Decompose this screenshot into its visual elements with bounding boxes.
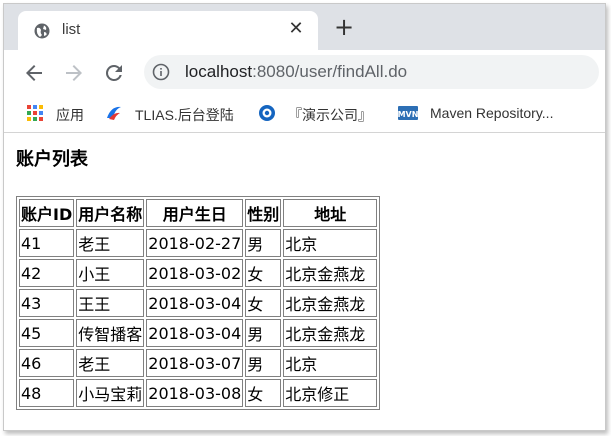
table-cell: 2018-03-02 — [146, 259, 244, 287]
table-row: 48 小马宝莉 2018-03-08 女 北京修正 — [19, 379, 378, 407]
bookmark-label: TLIAS.后台登陆 — [135, 107, 234, 123]
apps-grid-icon — [27, 105, 43, 121]
table-cell: 北京 — [283, 349, 378, 377]
table-cell: 2018-03-08 — [146, 379, 244, 407]
table-cell: 2018-03-04 — [146, 319, 244, 347]
bookmark-apps[interactable]: 应用 — [26, 102, 96, 124]
table-cell: 老王 — [76, 229, 145, 257]
tab-list[interactable]: list ✕ — [18, 11, 318, 50]
table-cell: 王王 — [76, 289, 145, 317]
table-cell: 男 — [245, 319, 282, 347]
table-row: 45 传智播客 2018-03-04 男 北京金燕龙 — [19, 319, 378, 347]
globe-icon — [34, 23, 50, 39]
tab-strip: list ✕ + — [4, 4, 605, 50]
table-cell: 女 — [245, 289, 282, 317]
bookmark-tlias[interactable]: TLIAS.后台登陆 — [105, 102, 245, 124]
table-cell: 传智播客 — [76, 319, 145, 347]
table-cell: 43 — [19, 289, 75, 317]
table-row: 41 老王 2018-02-27 男 北京 — [19, 229, 378, 257]
browser-toolbar: localhost:8080/user/findAll.do — [4, 50, 605, 96]
browser-window: list ✕ + localhost:8080/user/findAll.do — [3, 3, 606, 431]
column-header: 地址 — [283, 199, 378, 227]
url-host: localhost — [185, 62, 253, 81]
forward-arrow-icon[interactable] — [62, 61, 86, 85]
new-tab-button[interactable]: + — [332, 15, 356, 40]
table-cell: 48 — [19, 379, 75, 407]
table-cell: 北京修正 — [283, 379, 378, 407]
table-cell: 小王 — [76, 259, 145, 287]
table-cell: 2018-02-27 — [146, 229, 244, 257]
table-cell: 2018-03-07 — [146, 349, 244, 377]
bookmark-label: 『演示公司』 — [288, 107, 372, 123]
table-cell: 女 — [245, 259, 282, 287]
tab-title: list — [62, 21, 81, 38]
table-cell: 41 — [19, 229, 75, 257]
table-cell: 北京金燕龙 — [283, 259, 378, 287]
table-cell: 北京金燕龙 — [283, 319, 378, 347]
column-header: 用户生日 — [146, 199, 244, 227]
table-cell: 男 — [245, 229, 282, 257]
bookmark-maven[interactable]: MVN Maven Repository... — [398, 102, 598, 124]
back-arrow-icon[interactable] — [22, 61, 46, 85]
table-cell: 男 — [245, 349, 282, 377]
table-row: 46 老王 2018-03-07 男 北京 — [19, 349, 378, 377]
info-icon[interactable] — [152, 63, 170, 81]
svg-text:MVN: MVN — [398, 110, 418, 119]
reload-icon[interactable] — [102, 61, 126, 85]
table-cell: 北京 — [283, 229, 378, 257]
address-bar[interactable]: localhost:8080/user/findAll.do — [144, 55, 599, 89]
table-cell: 42 — [19, 259, 75, 287]
bookmark-label: Maven Repository... — [430, 105, 554, 121]
table-cell: 小马宝莉 — [76, 379, 145, 407]
table-cell: 女 — [245, 379, 282, 407]
table-row: 42 小王 2018-03-02 女 北京金燕龙 — [19, 259, 378, 287]
tab-close-icon[interactable]: ✕ — [286, 19, 306, 39]
url-path: :8080/user/findAll.do — [252, 62, 408, 81]
account-table: 账户ID 用户名称 用户生日 性别 地址 41 老王 2018-02-27 男 … — [16, 196, 381, 410]
table-cell: 45 — [19, 319, 75, 347]
url-text[interactable]: localhost:8080/user/findAll.do — [185, 62, 407, 82]
column-header: 账户ID — [19, 199, 75, 227]
demo-company-icon — [259, 105, 275, 121]
bookmark-label: 应用 — [56, 107, 84, 123]
table-cell: 46 — [19, 349, 75, 377]
tlias-logo-icon — [107, 106, 121, 120]
maven-icon: MVN — [398, 106, 418, 120]
table-cell: 北京金燕龙 — [283, 289, 378, 317]
table-cell: 2018-03-04 — [146, 289, 244, 317]
page-heading: 账户列表 — [16, 149, 88, 170]
table-row: 43 王王 2018-03-04 女 北京金燕龙 — [19, 289, 378, 317]
column-header: 用户名称 — [76, 199, 145, 227]
bookmarks-bar: 应用 TLIAS.后台登陆 『演示公司』 MVN Maven Repositor… — [4, 96, 605, 133]
bookmark-demo-company[interactable]: 『演示公司』 — [258, 102, 383, 124]
table-cell: 老王 — [76, 349, 145, 377]
column-header: 性别 — [245, 199, 282, 227]
page-content: 账户列表 账户ID 用户名称 用户生日 性别 地址 41 老王 2018-02-… — [4, 133, 605, 430]
table-header-row: 账户ID 用户名称 用户生日 性别 地址 — [19, 199, 378, 227]
